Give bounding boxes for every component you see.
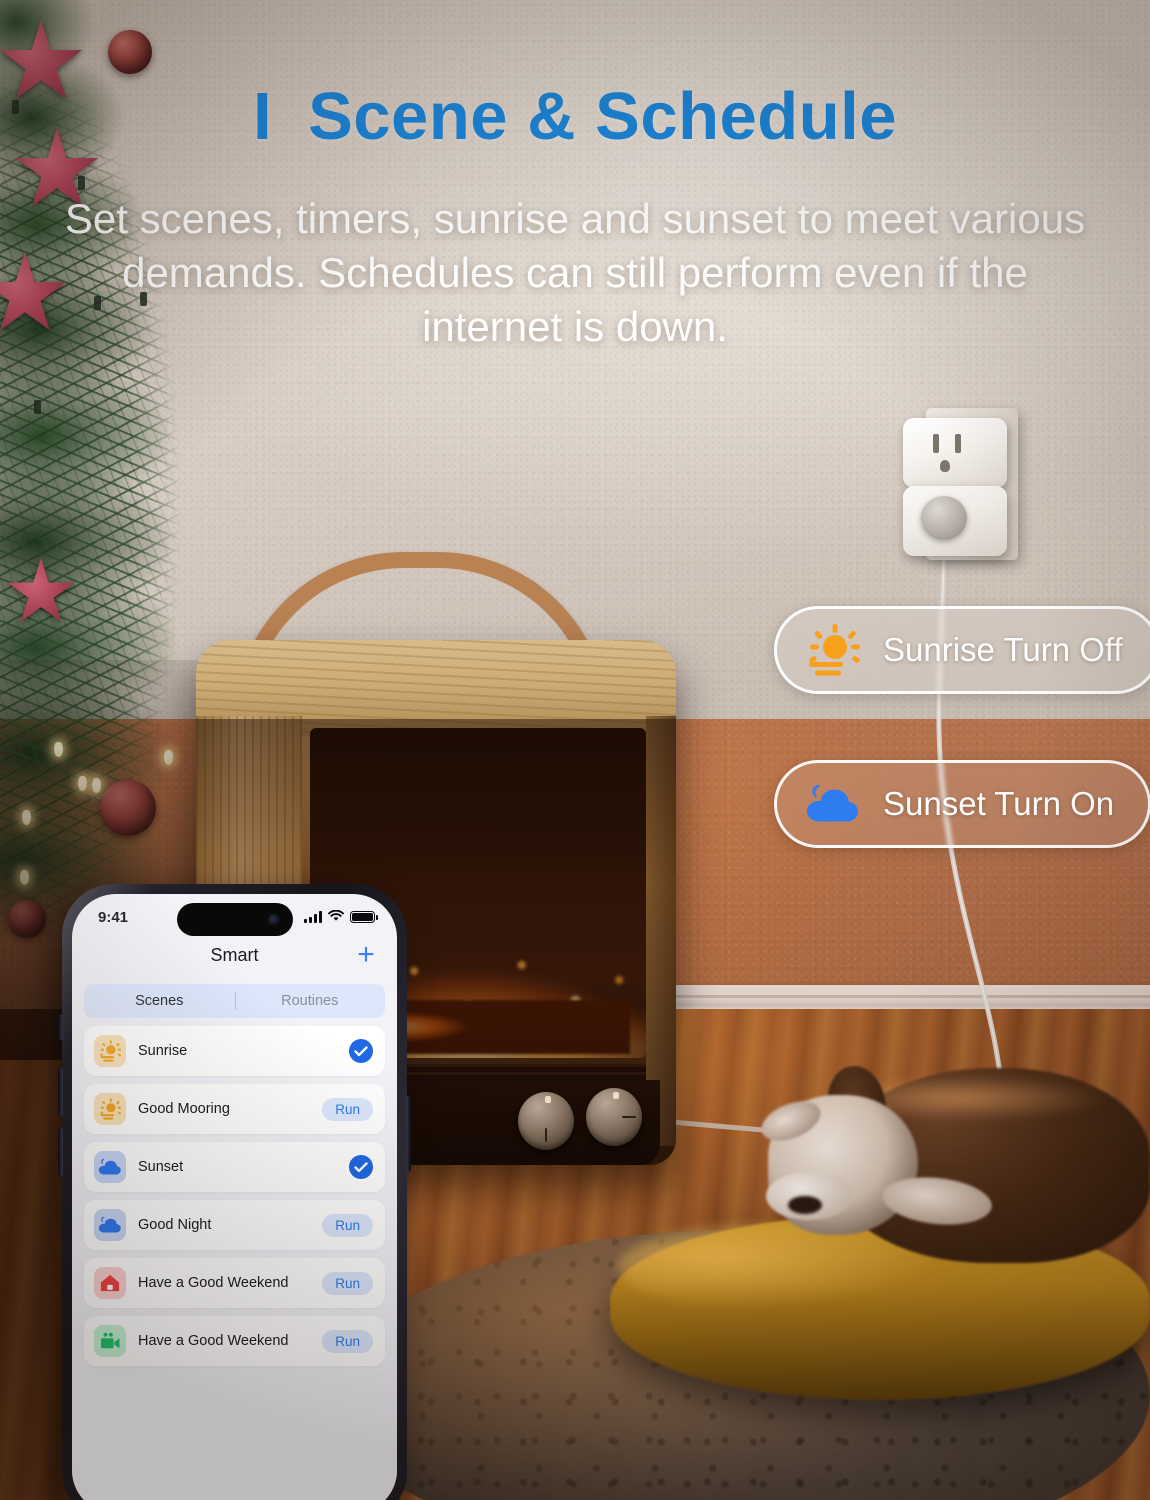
list-item[interactable]: Good Night Run [84,1200,385,1250]
light-clip [78,176,85,190]
tab-scenes[interactable]: Scenes [84,993,235,1009]
nav-bar: Smart + [72,936,397,974]
page-subtitle: Set scenes, timers, sunrise and sunset t… [64,195,1086,350]
scene-label: Good Night [138,1217,212,1233]
callout-sunrise-turn-off[interactable]: Sunrise Turn Off [774,606,1150,694]
list-item[interactable]: Have a Good Weekend Run [84,1316,385,1366]
heater-knob-left[interactable] [518,1092,574,1150]
sunset-icon [805,781,861,827]
product-marketing-image: I Scene & Schedule Set scenes, timers, su… [0,0,1150,1500]
run-button[interactable]: Run [322,1271,373,1295]
scene-list: Sunrise Good Mooring Run Sunset Good Nig… [72,1018,397,1366]
page-title: I Scene & Schedule [0,78,1150,155]
scene-label: Have a Good Weekend [138,1275,289,1291]
segmented-control: Scenes Routines [84,984,385,1018]
sunset-icon [94,1151,126,1183]
volume-up-button[interactable] [58,1068,63,1116]
run-button[interactable]: Run [322,1097,373,1121]
list-item[interactable]: Sunrise [84,1026,385,1076]
home-icon [94,1267,126,1299]
sunrise-icon [94,1035,126,1067]
light-clip [34,400,41,414]
title-text: Scene & Schedule [308,79,897,154]
video-camera-icon [94,1325,126,1357]
sunrise-icon [805,624,861,676]
dog-rim-light [860,1075,1110,1121]
callout-label: Sunset Turn On [883,785,1115,822]
run-button[interactable]: Run [322,1213,373,1237]
check-circle-icon[interactable] [349,1155,373,1179]
callout-sunset-turn-on[interactable]: Sunset Turn On [774,760,1150,848]
add-scene-button[interactable]: + [353,940,379,970]
list-empty-area [72,1374,397,1494]
volume-down-button[interactable] [58,1128,63,1176]
plug-connector [921,496,967,540]
silent-switch[interactable] [58,1014,63,1040]
scene-label: Sunrise [138,1043,188,1059]
dynamic-island [176,903,293,936]
heater-knob-right[interactable] [586,1088,642,1146]
sunrise-icon [94,1093,126,1125]
list-item[interactable]: Good Mooring Run [84,1084,385,1134]
title-bar-glyph: I [252,79,273,154]
callout-label: Sunrise Turn Off [883,631,1123,668]
list-item[interactable]: Sunset [84,1142,385,1192]
status-time: 9:41 [98,908,129,926]
check-circle-icon[interactable] [349,1039,373,1063]
page-title-smart: Smart [210,944,259,965]
smartphone-mockup: 9:41 Smart + Scenes Routines Sunrise Goo… [58,884,411,1500]
sunset-icon [94,1209,126,1241]
scene-label: Sunset [138,1159,184,1175]
battery-full-icon [350,911,378,923]
segment-divider [234,992,236,1010]
phone-screen: 9:41 Smart + Scenes Routines Sunrise Goo… [72,894,397,1500]
tab-routines[interactable]: Routines [235,993,386,1009]
bauble-ornament [108,30,152,74]
scene-label: Good Mooring [138,1101,230,1117]
wifi-icon [328,909,344,926]
list-item[interactable]: Have a Good Weekend Run [84,1258,385,1308]
signal-bars-icon [304,911,322,923]
power-button[interactable] [406,1096,411,1172]
run-button[interactable]: Run [322,1329,373,1353]
front-camera-icon [267,913,280,926]
dog-nose [788,1196,822,1214]
smart-plug-upper[interactable] [903,418,1007,488]
scene-label: Have a Good Weekend [138,1333,289,1349]
